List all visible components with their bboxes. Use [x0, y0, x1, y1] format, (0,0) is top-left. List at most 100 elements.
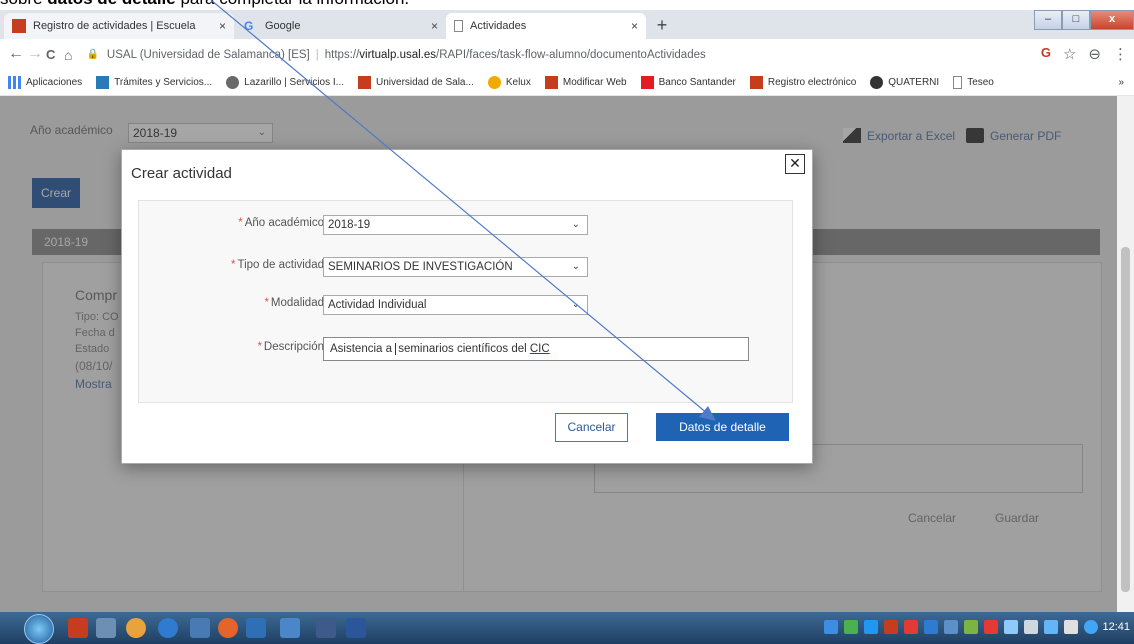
- field-label-description: * Descripción: [257, 341, 324, 353]
- bookmark-label: Aplicaciones: [26, 77, 83, 88]
- extension-icon[interactable]: G: [1041, 45, 1051, 63]
- close-window-button[interactable]: x: [1090, 10, 1134, 30]
- back-icon[interactable]: ←: [8, 45, 24, 63]
- help-icon[interactable]: [1084, 620, 1098, 634]
- outlook-icon[interactable]: [246, 618, 266, 638]
- chrome-icon[interactable]: [126, 618, 146, 638]
- chevron-down-icon: ⌄: [571, 299, 580, 310]
- tray-icon[interactable]: [984, 620, 998, 634]
- new-tab-button[interactable]: +: [651, 14, 673, 36]
- activity-type-select[interactable]: SEMINARIOS DE INVESTIGACIÓN ⌄: [323, 257, 588, 277]
- system-tray: [824, 620, 1098, 634]
- tab-close-icon[interactable]: ×: [631, 19, 638, 33]
- kelux-icon: [487, 76, 501, 89]
- flag-icon[interactable]: [1024, 620, 1038, 634]
- bookmark-kelux[interactable]: Kelux: [487, 76, 531, 89]
- instruction-caption: sobre datos de detalle para completar la…: [0, 0, 409, 9]
- tray-icon[interactable]: [884, 620, 898, 634]
- bookmark-label: Universidad de Sala...: [376, 77, 474, 88]
- required-mark: *: [238, 217, 243, 229]
- activity-type-value: SEMINARIOS DE INVESTIGACIÓN: [328, 261, 513, 273]
- bookmark-registro[interactable]: Registro electrónico: [749, 76, 856, 89]
- tab-close-icon[interactable]: ×: [431, 19, 438, 33]
- browser-tab-bar: Registro de actividades | Escuela × G Go…: [0, 10, 1134, 39]
- tab-registro[interactable]: Registro de actividades | Escuela ×: [4, 13, 234, 39]
- description-text: Asistencia a: [330, 343, 396, 355]
- site-identity: USAL (Universidad de Salamanca) [ES]: [106, 48, 310, 61]
- usal-icon: [749, 76, 763, 89]
- tray-icon[interactable]: [924, 620, 938, 634]
- modality-select[interactable]: Actividad Individual ⌄: [323, 295, 588, 315]
- window-controls: – □ x: [1034, 10, 1134, 30]
- bookmark-lazarillo[interactable]: Lazarillo | Servicios I...: [226, 76, 344, 89]
- bookmark-aplicaciones[interactable]: Aplicaciones: [8, 76, 82, 89]
- app-icon[interactable]: [218, 618, 238, 638]
- year-select[interactable]: 2018-19 ⌄: [323, 215, 588, 235]
- windows-taskbar: 12:41: [0, 612, 1134, 644]
- required-mark: *: [231, 259, 236, 271]
- media-icon[interactable]: [190, 618, 210, 638]
- url-field[interactable]: ⌂ 🔒 USAL (Universidad de Salamanca) [ES]…: [64, 43, 1012, 66]
- dialog-title: Crear actividad: [131, 165, 232, 182]
- usal-favicon-icon: [12, 19, 26, 33]
- minimize-button[interactable]: –: [1034, 10, 1062, 30]
- menu-icon[interactable]: ⋮: [1113, 45, 1128, 63]
- bookmarks-overflow-icon[interactable]: »: [1118, 77, 1124, 88]
- clock[interactable]: 12:41: [1102, 621, 1130, 633]
- tray-icon[interactable]: [964, 620, 978, 634]
- bookmark-santander[interactable]: Banco Santander: [640, 76, 736, 89]
- start-button[interactable]: [24, 614, 54, 644]
- bookmark-universidad[interactable]: Universidad de Sala...: [358, 76, 474, 89]
- bookmark-teseo[interactable]: Teseo: [953, 76, 994, 89]
- bookmark-modificar-web[interactable]: Modificar Web: [544, 76, 627, 89]
- network-icon[interactable]: [1044, 620, 1058, 634]
- app-icon[interactable]: [280, 618, 300, 638]
- tray-icon[interactable]: [1004, 620, 1018, 634]
- bookmark-label: Kelux: [505, 77, 531, 88]
- tab-actividades[interactable]: Actividades ×: [446, 13, 646, 39]
- app-icon[interactable]: [316, 618, 336, 638]
- tray-icon[interactable]: [864, 620, 878, 634]
- google-favicon-icon: G: [244, 19, 254, 33]
- app-icon[interactable]: [68, 618, 88, 638]
- star-icon[interactable]: ☆: [1063, 45, 1076, 63]
- bookmark-quaterni[interactable]: QUATERNI: [870, 76, 939, 89]
- quaterni-icon: [870, 76, 884, 89]
- bookmark-label: Trámites y Servicios...: [114, 77, 213, 88]
- tab-google[interactable]: G Google ×: [236, 13, 446, 39]
- page-icon: [953, 76, 963, 89]
- close-icon[interactable]: ✕: [785, 154, 805, 174]
- url-prefix: https://: [324, 48, 360, 61]
- page-favicon-icon: [454, 20, 463, 32]
- description-text: seminarios científicos del: [398, 343, 530, 355]
- profile-icon[interactable]: ⊖: [1088, 45, 1101, 63]
- usal-icon: [358, 76, 371, 89]
- tab-title: Google: [265, 20, 301, 32]
- cancel-button[interactable]: Cancelar: [555, 413, 628, 442]
- maximize-button[interactable]: □: [1062, 10, 1090, 30]
- detail-data-button[interactable]: Datos de detalle: [656, 413, 789, 441]
- bookmark-tramites[interactable]: Trámites y Servicios...: [96, 76, 212, 89]
- description-text: CIC: [529, 343, 550, 355]
- tray-icon[interactable]: [844, 620, 858, 634]
- forward-icon[interactable]: →: [27, 45, 43, 63]
- tray-icon[interactable]: [904, 620, 918, 634]
- bookmark-label: Teseo: [967, 77, 994, 88]
- scrollbar-thumb[interactable]: [1121, 247, 1130, 592]
- lazarillo-icon: [226, 76, 240, 89]
- tray-icon[interactable]: [824, 620, 838, 634]
- word-icon[interactable]: [346, 618, 366, 638]
- required-mark: *: [264, 297, 269, 309]
- home-icon[interactable]: ⌂: [64, 47, 72, 63]
- description-input[interactable]: Asistencia a seminarios científicos del …: [323, 337, 749, 361]
- volume-icon[interactable]: [1064, 620, 1078, 634]
- chevron-down-icon: ⌄: [571, 219, 580, 230]
- label-text: Tipo de actividad: [237, 259, 324, 271]
- reload-icon[interactable]: C: [46, 47, 55, 62]
- tramites-icon: [96, 76, 110, 89]
- tray-icon[interactable]: [944, 620, 958, 634]
- lock-icon: 🔒: [86, 49, 99, 60]
- explorer-icon[interactable]: [96, 618, 116, 638]
- ie-icon[interactable]: [158, 618, 178, 638]
- tab-close-icon[interactable]: ×: [219, 19, 226, 33]
